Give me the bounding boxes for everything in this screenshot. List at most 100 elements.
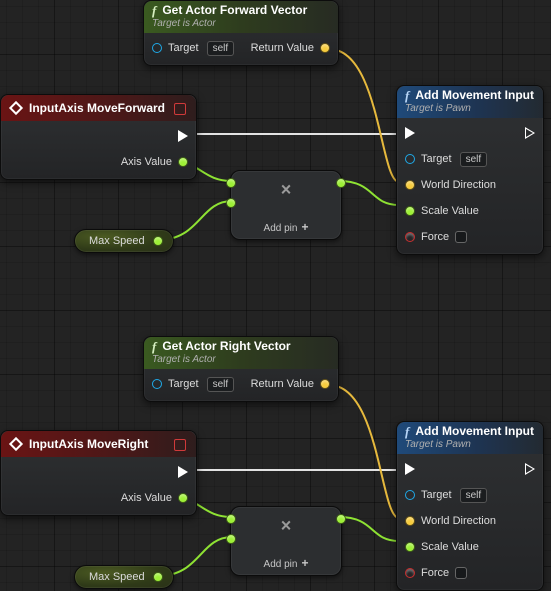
pin-b[interactable] [226, 198, 236, 208]
function-icon: f [405, 89, 409, 102]
disabled-icon [174, 103, 186, 115]
event-icon [9, 101, 23, 115]
multiply-icon: × [281, 179, 292, 200]
checkbox[interactable] [455, 567, 467, 579]
function-icon: f [152, 4, 156, 17]
self-badge: self [207, 377, 235, 392]
pin-target[interactable]: Target self [152, 39, 234, 57]
node-get-actor-right-vector[interactable]: fGet Actor Right Vector Target is Actor … [143, 336, 339, 402]
pin-scale-value[interactable]: Scale Value [405, 538, 496, 556]
pin-world-direction[interactable]: World Direction [405, 176, 496, 194]
pin-label: Target [168, 378, 199, 390]
function-icon: f [152, 340, 156, 353]
pin-exec-in[interactable] [405, 124, 496, 142]
multiply-icon: × [281, 515, 292, 536]
node-title: Get Actor Forward Vector [162, 4, 307, 17]
exec-pin-icon [525, 127, 535, 139]
checkbox[interactable] [455, 231, 467, 243]
pin-label: Axis Value [121, 492, 172, 504]
pin-scale-value[interactable]: Scale Value [405, 202, 496, 220]
pin-target[interactable]: Target self [405, 486, 496, 504]
pin-a[interactable] [226, 514, 236, 524]
node-variable-max-speed[interactable]: Max Speed [74, 565, 174, 589]
node-header[interactable]: InputAxis MoveRight [1, 431, 196, 457]
plus-icon: + [301, 220, 308, 234]
node-header[interactable]: fGet Actor Right Vector Target is Actor [144, 337, 338, 369]
self-badge: self [207, 41, 235, 56]
pin-dot-float [405, 206, 415, 216]
pin-dot-bool [405, 232, 415, 242]
pin-target[interactable]: Target self [405, 150, 496, 168]
node-multiply[interactable]: × Add pin+ [230, 506, 342, 576]
pin-label: World Direction [421, 179, 496, 191]
exec-pin-icon [525, 463, 535, 475]
node-subtitle: Target is Actor [152, 353, 330, 366]
pin-dot-vector [405, 516, 415, 526]
exec-pin-icon [405, 463, 415, 475]
pin-label: Return Value [251, 42, 314, 54]
pin-force[interactable]: Force [405, 564, 496, 582]
exec-pin-icon [178, 130, 188, 142]
plus-icon: + [301, 556, 308, 570]
pin-dot-object [405, 154, 415, 164]
pin-dot-bool [405, 568, 415, 578]
node-add-movement-input[interactable]: f Add Movement Input Target is Pawn Targe… [396, 421, 544, 591]
pin-exec-out[interactable] [178, 463, 188, 481]
pin-result[interactable] [336, 514, 346, 524]
node-add-movement-input[interactable]: fAdd Movement Input Target is Pawn Targe… [396, 85, 544, 255]
pin-label: Target [421, 153, 452, 165]
pin-label: Force [421, 567, 449, 579]
node-title: InputAxis MoveForward [29, 102, 165, 115]
pin-label: Scale Value [421, 541, 479, 553]
pin-world-direction[interactable]: World Direction [405, 512, 496, 530]
node-variable-max-speed[interactable]: Max Speed [74, 229, 174, 253]
pin-exec-out[interactable] [178, 127, 188, 145]
node-inputaxis-moveforward[interactable]: InputAxis MoveForward Axis Value [0, 94, 197, 180]
pin-dot-float [178, 493, 188, 503]
add-pin-button[interactable]: Add pin+ [231, 217, 341, 239]
node-title: InputAxis MoveRight [29, 438, 148, 451]
pin-dot-vector [320, 379, 330, 389]
pin-dot-float [405, 542, 415, 552]
add-pin-label: Add pin [264, 223, 298, 234]
node-get-actor-forward-vector[interactable]: f Get Actor Forward Vector Target is Acto… [143, 0, 339, 66]
pin-exec-in[interactable] [405, 460, 496, 478]
pin-return-value[interactable]: Return Value [251, 39, 330, 57]
function-icon: f [405, 425, 409, 438]
pin-dot-object [152, 379, 162, 389]
pin-target[interactable]: Target self [152, 375, 234, 393]
pin-axis-value[interactable]: Axis Value [121, 489, 188, 507]
node-header[interactable]: InputAxis MoveForward [1, 95, 196, 121]
pin-result[interactable] [336, 178, 346, 188]
pin-label: Scale Value [421, 205, 479, 217]
variable-name: Max Speed [89, 571, 145, 583]
pin-dot-object [152, 43, 162, 53]
pin-axis-value[interactable]: Axis Value [121, 153, 188, 171]
pin-value[interactable] [153, 572, 163, 582]
node-header[interactable]: f Get Actor Forward Vector Target is Acto… [144, 1, 338, 33]
pin-exec-out[interactable] [525, 460, 535, 478]
pin-force[interactable]: Force [405, 228, 496, 246]
pin-b[interactable] [226, 534, 236, 544]
pin-value[interactable] [153, 236, 163, 246]
node-subtitle: Target is Pawn [405, 102, 535, 115]
exec-pin-icon [178, 466, 188, 478]
self-badge: self [460, 488, 488, 503]
node-inputaxis-moveright[interactable]: InputAxis MoveRight Axis Value [0, 430, 197, 516]
self-badge: self [460, 152, 488, 167]
add-pin-button[interactable]: Add pin+ [231, 553, 341, 575]
node-subtitle: Target is Pawn [405, 438, 535, 451]
pin-label: Return Value [251, 378, 314, 390]
disabled-icon [174, 439, 186, 451]
node-multiply[interactable]: × Add pin+ [230, 170, 342, 240]
variable-name: Max Speed [89, 235, 145, 247]
node-header[interactable]: fAdd Movement Input Target is Pawn [397, 86, 543, 118]
node-subtitle: Target is Actor [152, 17, 330, 30]
pin-label: Axis Value [121, 156, 172, 168]
pin-exec-out[interactable] [525, 124, 535, 142]
node-header[interactable]: f Add Movement Input Target is Pawn [397, 422, 543, 454]
pin-a[interactable] [226, 178, 236, 188]
pin-return-value[interactable]: Return Value [251, 375, 330, 393]
exec-pin-icon [405, 127, 415, 139]
node-title: Add Movement Input [415, 425, 534, 438]
